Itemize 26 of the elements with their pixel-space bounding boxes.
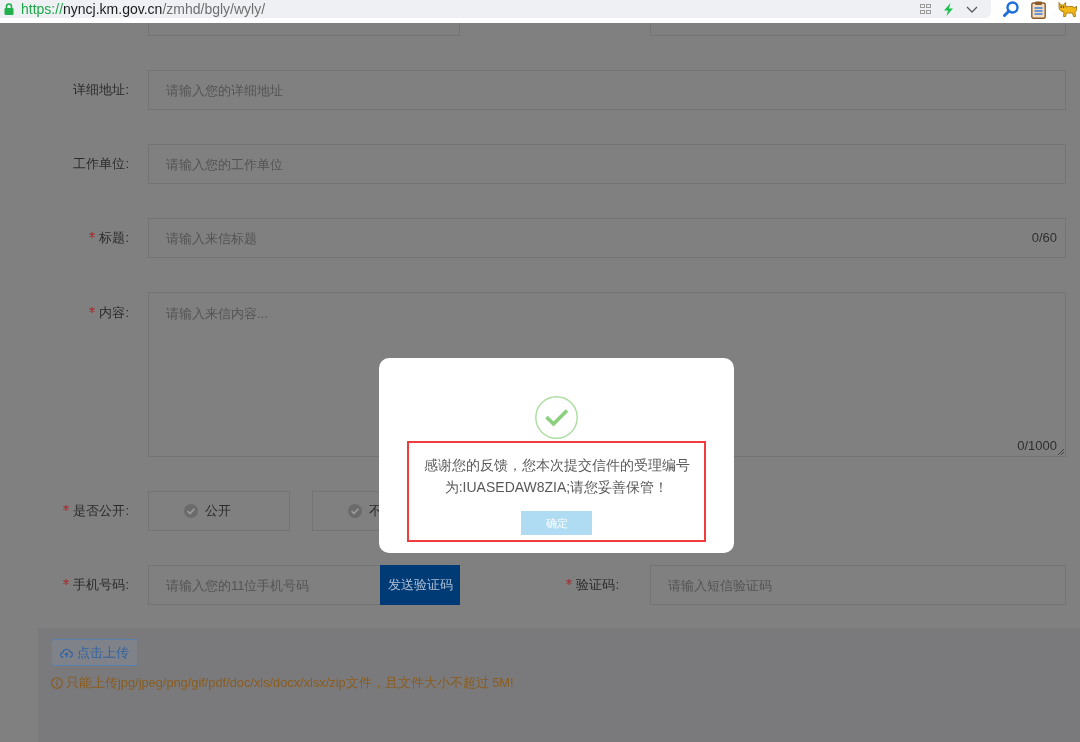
send-code-button[interactable]: 发送验证码 [380, 565, 460, 605]
search-icon[interactable] [1003, 1, 1019, 17]
clipboard-icon[interactable] [1031, 1, 1046, 19]
field-label: 手机号码: [73, 576, 129, 594]
field-label: 是否公开: [73, 502, 129, 520]
info-icon [51, 677, 63, 689]
resize-handle-icon[interactable] [1057, 448, 1064, 455]
lock-icon [4, 3, 14, 15]
lightning-icon[interactable] [944, 2, 953, 16]
field-label: 验证码: [576, 576, 619, 594]
input-field[interactable] [148, 23, 460, 36]
grid-icon[interactable] [920, 4, 931, 14]
field-label: 工作单位: [73, 155, 129, 173]
cloud-upload-icon [60, 647, 73, 658]
field-label: 标题: [99, 229, 129, 247]
radio-option[interactable]: 公开 [148, 491, 290, 531]
dialog-message: 感谢您的反馈，您本次提交信件的受理编号为:IUASEDAW8ZIA;请您妥善保管！ [422, 456, 691, 497]
chevron-down-icon[interactable] [966, 5, 978, 13]
character-counter: 0/60 [1031, 229, 1057, 247]
input-field[interactable] [650, 23, 1066, 36]
character-counter: 0/1000 [1017, 437, 1057, 455]
field-label: 详细地址: [73, 81, 129, 99]
success-check-icon [535, 396, 578, 439]
cat-icon[interactable] [1058, 1, 1077, 17]
upload-hint-text: 只能上传jpg/jpeg/png/gif/pdf/doc/xls/docx/xlsx/zip文件，且文件大小不超过 5M! [66, 674, 514, 692]
field-label: 内容: [99, 304, 129, 322]
